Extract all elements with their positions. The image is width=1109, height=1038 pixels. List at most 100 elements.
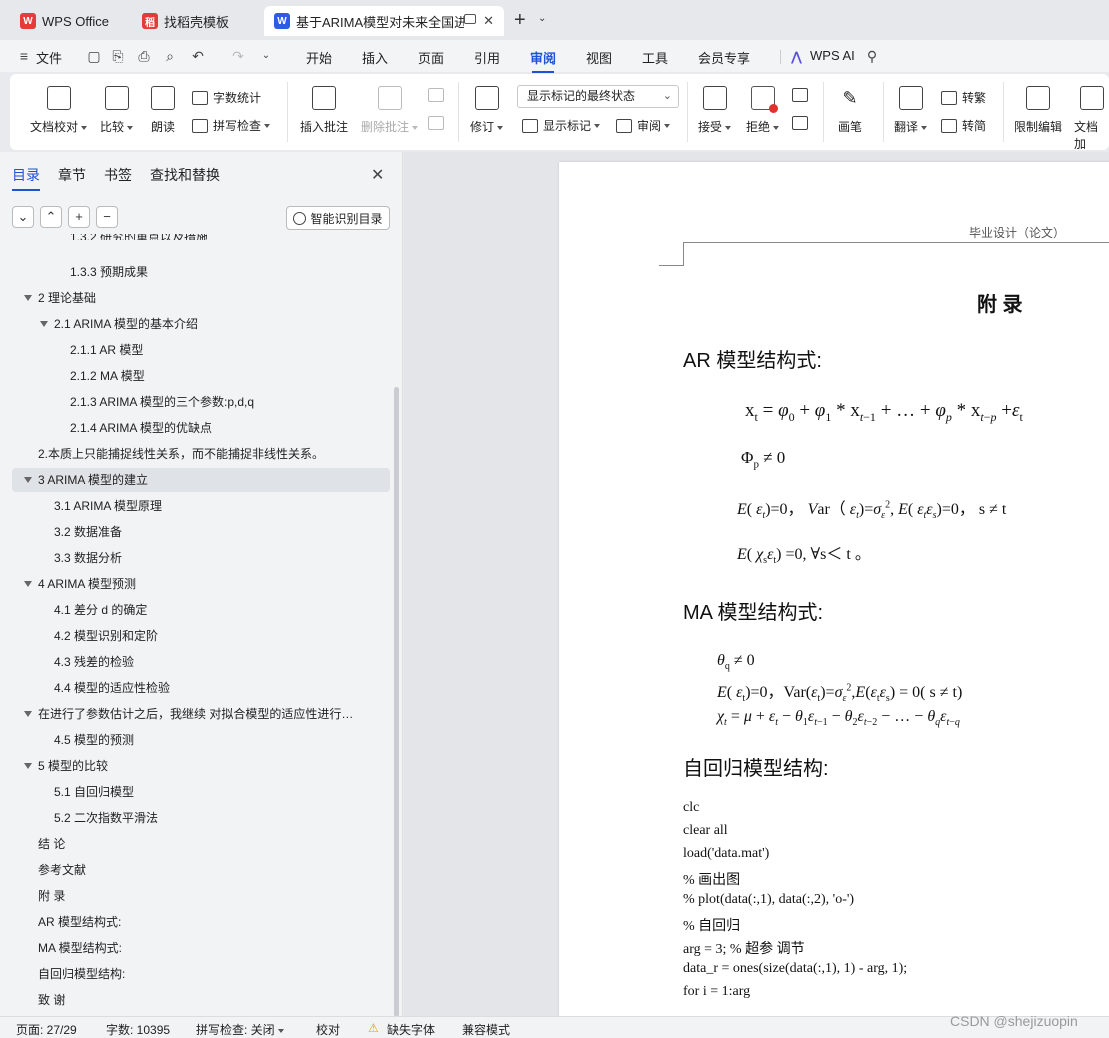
menu-reference[interactable]: 引用 (474, 48, 500, 67)
tab-wps-office[interactable]: W WPS Office (10, 6, 122, 36)
review-pane-button[interactable]: 审阅 (616, 117, 671, 134)
markup-state-select[interactable]: 显示标记的最终状态 ⌄ (517, 85, 679, 108)
read-aloud-button[interactable]: 朗读 (151, 86, 175, 135)
nav-tab-chapters[interactable]: 章节 (58, 165, 86, 185)
nav-tab-find-replace[interactable]: 查找和替换 (150, 165, 220, 185)
toc-item[interactable]: 2.1 ARIMA 模型的基本介绍 (0, 312, 388, 336)
chevron-down-icon[interactable]: ⌄ (538, 13, 546, 24)
scrollbar[interactable] (394, 387, 399, 1017)
undo-icon[interactable]: ↶ (190, 48, 206, 64)
export-icon[interactable]: ⎘ (110, 48, 126, 64)
next-change-icon[interactable] (792, 116, 808, 130)
hamburger-icon[interactable]: ≡ (16, 48, 32, 64)
toc-item[interactable]: 1.3.2 研究的重点以及措施 (0, 234, 388, 248)
page-indicator[interactable]: 页面: 27/29 (16, 1021, 77, 1038)
toc-item[interactable]: 结 论 (0, 832, 388, 856)
collapse-down-button[interactable]: ⌄ (12, 206, 34, 228)
smart-toc-button[interactable]: 智能识别目录 (286, 206, 390, 230)
toc-item[interactable]: 3.1 ARIMA 模型原理 (0, 494, 388, 518)
menu-wps-ai[interactable]: WPS AI (810, 48, 855, 63)
missing-font-button[interactable]: 缺失字体 (387, 1021, 435, 1038)
expand-arrow-icon[interactable] (24, 295, 32, 301)
search-icon[interactable]: ⚲ (864, 48, 880, 64)
menu-member[interactable]: 会员专享 (698, 48, 750, 67)
toc-item[interactable]: AR 模型结构式: (0, 910, 388, 934)
toc-item[interactable]: 致 谢 (0, 988, 388, 1012)
toc-item[interactable]: 4 ARIMA 模型预测 (0, 572, 388, 596)
menu-page[interactable]: 页面 (418, 48, 444, 67)
toc-item[interactable]: MA 模型结构式: (0, 936, 388, 960)
new-tab-plus-icon[interactable]: + (514, 9, 526, 32)
toc-item[interactable]: 2.本质上只能捕捉线性关系，而不能捕捉非线性关系。 (0, 442, 388, 466)
add-heading-button[interactable]: + (68, 206, 90, 228)
word-count[interactable]: 字数: 10395 (106, 1021, 170, 1038)
remove-heading-button[interactable]: − (96, 206, 118, 228)
toc-item[interactable]: 4.5 模型的预测 (0, 728, 388, 752)
close-icon[interactable]: ✕ (371, 165, 384, 185)
toc-item[interactable]: 5.2 二次指数平滑法 (0, 806, 388, 830)
toc-item[interactable]: 附 录 (0, 884, 388, 908)
collapse-up-button[interactable]: ⌃ (40, 206, 62, 228)
print-preview-icon[interactable]: ⌕ (162, 48, 178, 64)
nav-tab-bookmarks[interactable]: 书签 (104, 165, 132, 185)
toc-item[interactable]: 5.1 自回归模型 (0, 780, 388, 804)
toc-item[interactable]: 2.1.3 ARIMA 模型的三个参数:p,d,q (0, 390, 388, 414)
expand-arrow-icon[interactable] (40, 321, 48, 327)
doc-check-button[interactable]: 文档校对 (30, 86, 88, 135)
to-simplified-button[interactable]: 转简 (941, 117, 986, 134)
compare-button[interactable]: 比较 (100, 86, 134, 135)
redo-icon[interactable]: ↷ (230, 48, 246, 64)
prev-change-icon[interactable] (792, 88, 808, 102)
doc-encrypt-button[interactable]: 文档加 (1074, 86, 1109, 152)
menu-insert[interactable]: 插入 (362, 48, 388, 67)
toc-item[interactable]: 4.4 模型的适应性检验 (0, 676, 388, 700)
prev-comment-icon[interactable] (428, 88, 444, 102)
pen-button[interactable]: ✎ 画笔 (838, 86, 862, 135)
expand-arrow-icon[interactable] (24, 477, 32, 483)
toc-item[interactable]: 2.1.2 MA 模型 (0, 364, 388, 388)
expand-arrow-icon[interactable] (24, 711, 32, 717)
nav-tab-toc[interactable]: 目录 (12, 165, 40, 191)
to-traditional-button[interactable]: 转繁 (941, 89, 986, 106)
toc-item[interactable]: 参考文献 (0, 858, 388, 882)
toc-item[interactable]: 2.1.4 ARIMA 模型的优缺点 (0, 416, 388, 440)
show-markup-button[interactable]: 显示标记 (522, 117, 601, 134)
tab-template[interactable]: 稻 找稻壳模板 (132, 6, 258, 36)
close-icon[interactable]: ✕ (483, 13, 494, 29)
toc-item[interactable]: 2 理论基础 (0, 286, 388, 310)
reject-button[interactable]: 拒绝 (746, 86, 780, 135)
menu-tools[interactable]: 工具 (642, 48, 668, 67)
spell-check-button[interactable]: 拼写检查 (192, 117, 271, 134)
menu-view[interactable]: 视图 (586, 48, 612, 67)
accept-button[interactable]: 接受 (698, 86, 732, 135)
menu-file[interactable]: 文件 (36, 48, 62, 67)
toc-item[interactable]: 自回归模型结构: (0, 962, 388, 986)
translate-button[interactable]: 翻译 (894, 86, 928, 135)
menu-start[interactable]: 开始 (306, 48, 332, 67)
toc-item[interactable]: 3.3 数据分析 (0, 546, 388, 570)
toc-item[interactable]: 4.1 差分 d 的确定 (0, 598, 388, 622)
delete-comment-button[interactable]: 删除批注 (361, 86, 419, 135)
word-count-button[interactable]: 字数统计 (192, 89, 261, 106)
print-icon[interactable]: ⎙ (136, 48, 152, 64)
insert-comment-button[interactable]: 插入批注 (300, 86, 348, 135)
restrict-edit-button[interactable]: 限制编辑 (1014, 86, 1062, 135)
track-changes-button[interactable]: 修订 (470, 86, 504, 135)
toc-item[interactable]: 3 ARIMA 模型的建立 (12, 468, 390, 492)
expand-arrow-icon[interactable] (24, 581, 32, 587)
toc-item[interactable]: 4.2 模型识别和定阶 (0, 624, 388, 648)
save-icon[interactable]: ▢ (86, 48, 102, 64)
spell-check-status[interactable]: 拼写检查: 关闭 (196, 1021, 284, 1038)
toc-item[interactable]: 1.3.3 预期成果 (0, 260, 388, 284)
toc-item[interactable]: 在进行了参数估计之后，我继续 对拟合模型的适应性进行检验 ... (0, 702, 388, 726)
next-comment-icon[interactable] (428, 116, 444, 130)
tab-document[interactable]: W 基于ARIMA模型对未来全国进 ✕ (264, 6, 504, 36)
toc-item[interactable]: 2.1.1 AR 模型 (0, 338, 388, 362)
expand-arrow-icon[interactable] (24, 763, 32, 769)
menu-review[interactable]: 审阅 (530, 48, 556, 73)
proofread-button[interactable]: 校对 (316, 1021, 340, 1038)
chevron-down-icon[interactable]: ⌄ (258, 48, 274, 64)
toc-item[interactable]: 3.2 数据准备 (0, 520, 388, 544)
toc-item[interactable]: 5 模型的比较 (0, 754, 388, 778)
toc-item[interactable]: 4.3 残差的检验 (0, 650, 388, 674)
